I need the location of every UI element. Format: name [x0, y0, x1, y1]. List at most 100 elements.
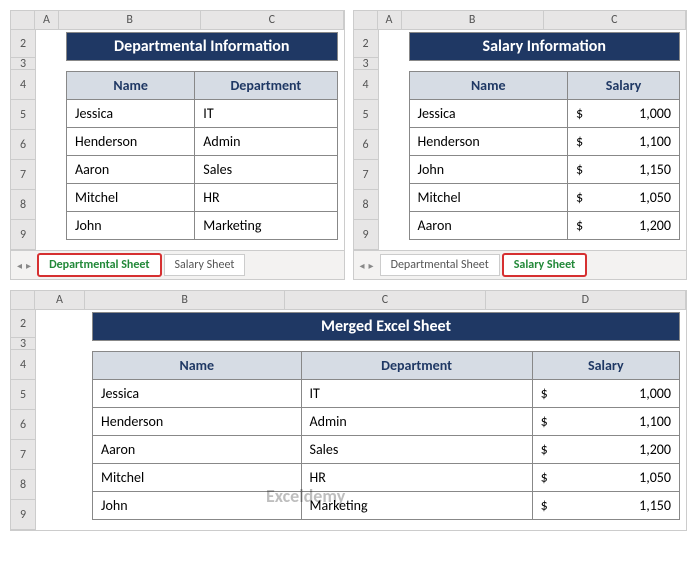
row-header[interactable]: 3: [354, 58, 378, 70]
cell[interactable]: Admin: [301, 408, 532, 436]
row-header[interactable]: 9: [354, 220, 378, 250]
col-header[interactable]: B: [85, 291, 285, 309]
table-header[interactable]: Name: [93, 352, 302, 380]
col-header[interactable]: C: [285, 291, 485, 309]
cell[interactable]: Mitchel: [93, 464, 302, 492]
row-header[interactable]: 3: [11, 58, 35, 70]
table-row: AaronSales$1,200: [93, 436, 680, 464]
row-header[interactable]: 6: [11, 130, 35, 160]
cell[interactable]: Marketing: [195, 212, 337, 240]
tab-salary[interactable]: Salary Sheet: [164, 254, 246, 276]
table-header[interactable]: Name: [67, 72, 195, 100]
cell[interactable]: Henderson: [67, 128, 195, 156]
cell[interactable]: $1,100: [532, 408, 679, 436]
table-row: JohnMarketing: [67, 212, 338, 240]
table-row: AaronSales: [67, 156, 338, 184]
cell[interactable]: Aaron: [409, 212, 567, 240]
cell[interactable]: $1,100: [567, 128, 679, 156]
cell[interactable]: Sales: [301, 436, 532, 464]
cell[interactable]: IT: [195, 100, 337, 128]
cell[interactable]: $1,050: [567, 184, 679, 212]
departmental-panel: A B C 2 3 4 5 6 7 8 9 Departmental Infor…: [10, 10, 345, 280]
row-header[interactable]: 9: [11, 220, 35, 250]
cell[interactable]: $1,150: [532, 492, 679, 520]
col-header[interactable]: A: [378, 11, 402, 29]
row-header[interactable]: 8: [354, 190, 378, 220]
cell[interactable]: Jessica: [67, 100, 195, 128]
col-header[interactable]: C: [201, 11, 343, 29]
cell[interactable]: John: [67, 212, 195, 240]
row-header[interactable]: 9: [11, 500, 35, 530]
row-header[interactable]: 4: [11, 70, 35, 100]
row-header[interactable]: 7: [354, 160, 378, 190]
row-header[interactable]: 3: [11, 338, 35, 350]
table-row: Mitchel$1,050: [409, 184, 680, 212]
row-header[interactable]: 6: [354, 130, 378, 160]
row-header[interactable]: 5: [11, 100, 35, 130]
row-header[interactable]: 2: [354, 30, 378, 58]
cell[interactable]: $1,050: [532, 464, 679, 492]
panel-title: Merged Excel Sheet: [92, 312, 680, 341]
table-row: Jessica$1,000: [409, 100, 680, 128]
table-row: John$1,150: [409, 156, 680, 184]
table-header[interactable]: Salary: [567, 72, 679, 100]
cell[interactable]: Mitchel: [67, 184, 195, 212]
cell[interactable]: $1,000: [532, 380, 679, 408]
cell[interactable]: John: [93, 492, 302, 520]
cell[interactable]: Marketing: [301, 492, 532, 520]
cell[interactable]: Jessica: [409, 100, 567, 128]
cell[interactable]: Mitchel: [409, 184, 567, 212]
table-row: JessicaIT$1,000: [93, 380, 680, 408]
col-header[interactable]: A: [35, 11, 59, 29]
col-header[interactable]: A: [35, 291, 85, 309]
col-header[interactable]: B: [59, 11, 201, 29]
tab-departmental[interactable]: Departmental Sheet: [380, 254, 500, 276]
table-row: JessicaIT: [67, 100, 338, 128]
table-header[interactable]: Salary: [532, 352, 679, 380]
cell[interactable]: Henderson: [409, 128, 567, 156]
nav-prev-icon[interactable]: ◂: [17, 259, 22, 272]
cell[interactable]: Sales: [195, 156, 337, 184]
table-row: MitchelHR$1,050: [93, 464, 680, 492]
nav-next-icon[interactable]: ▸: [369, 259, 374, 272]
tab-departmental[interactable]: Departmental Sheet: [37, 253, 161, 277]
cell[interactable]: Jessica: [93, 380, 302, 408]
merged-table: Name Department Salary JessicaIT$1,000 H…: [92, 351, 680, 520]
row-header[interactable]: 5: [11, 380, 35, 410]
row-header[interactable]: 2: [11, 30, 35, 58]
table-row: JohnMarketing$1,150: [93, 492, 680, 520]
cell[interactable]: Henderson: [93, 408, 302, 436]
row-header[interactable]: 2: [11, 310, 35, 338]
col-header[interactable]: B: [402, 11, 544, 29]
row-header[interactable]: 8: [11, 190, 35, 220]
cell[interactable]: Aaron: [67, 156, 195, 184]
row-header[interactable]: 7: [11, 160, 35, 190]
cell[interactable]: IT: [301, 380, 532, 408]
cell[interactable]: $1,000: [567, 100, 679, 128]
col-header[interactable]: C: [544, 11, 686, 29]
row-header[interactable]: 6: [11, 410, 35, 440]
table-header[interactable]: Department: [195, 72, 337, 100]
cell[interactable]: HR: [301, 464, 532, 492]
cell[interactable]: Aaron: [93, 436, 302, 464]
table-row: HendersonAdmin$1,100: [93, 408, 680, 436]
cell[interactable]: $1,150: [567, 156, 679, 184]
row-header[interactable]: 4: [11, 350, 35, 380]
cell[interactable]: $1,200: [532, 436, 679, 464]
row-header[interactable]: 4: [354, 70, 378, 100]
row-header[interactable]: 7: [11, 440, 35, 470]
cell[interactable]: $1,200: [567, 212, 679, 240]
row-header[interactable]: 5: [354, 100, 378, 130]
nav-next-icon[interactable]: ▸: [26, 259, 31, 272]
table-row: Henderson$1,100: [409, 128, 680, 156]
cell[interactable]: Admin: [195, 128, 337, 156]
table-header[interactable]: Name: [409, 72, 567, 100]
departmental-table: Name Department JessicaIT HendersonAdmin…: [66, 71, 338, 240]
tab-salary[interactable]: Salary Sheet: [502, 253, 587, 277]
nav-prev-icon[interactable]: ◂: [360, 259, 365, 272]
col-header[interactable]: D: [486, 291, 686, 309]
cell[interactable]: HR: [195, 184, 337, 212]
cell[interactable]: John: [409, 156, 567, 184]
table-header[interactable]: Department: [301, 352, 532, 380]
row-header[interactable]: 8: [11, 470, 35, 500]
